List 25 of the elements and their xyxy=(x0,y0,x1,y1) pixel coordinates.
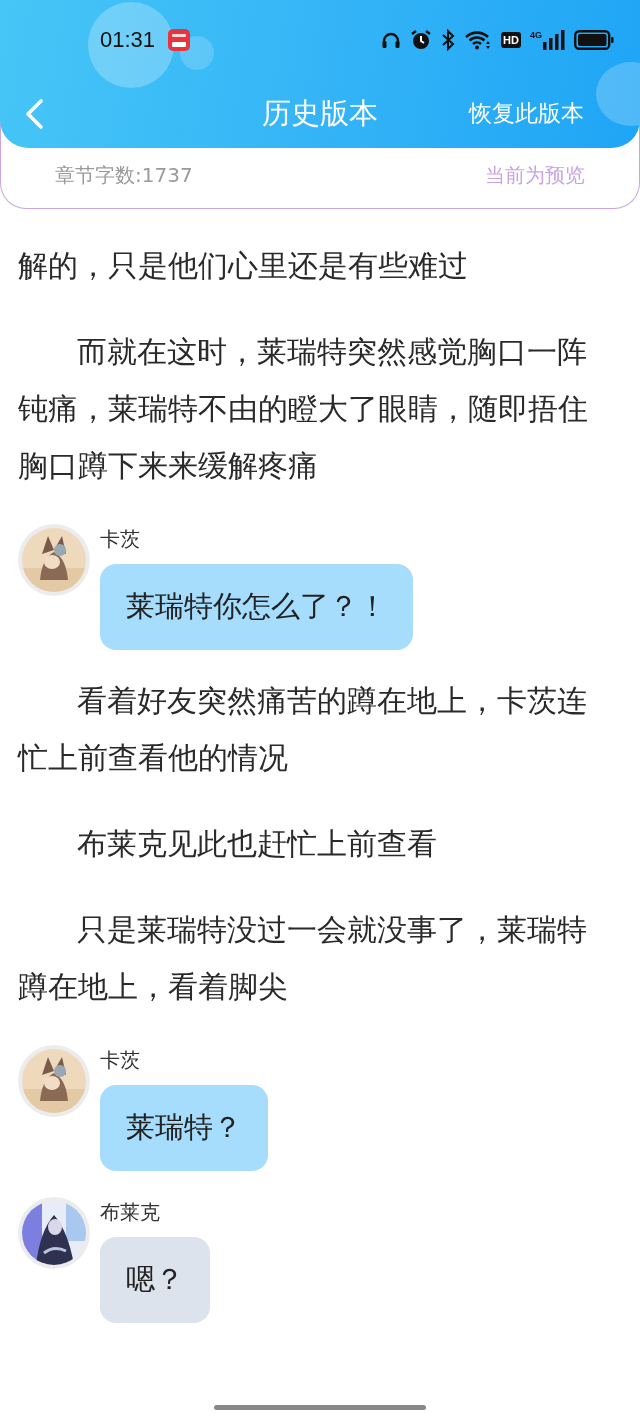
word-count: 章节字数:1737 xyxy=(55,162,193,189)
chat-bubble: 嗯？ xyxy=(100,1237,210,1323)
speaker-name: 卡茨 xyxy=(100,1047,140,1074)
headphones-icon xyxy=(381,31,402,49)
chat-bubble: 莱瑞特你怎么了？！ xyxy=(100,564,413,650)
restore-button[interactable]: 恢复此版本 xyxy=(469,96,584,131)
hd-badge: HD xyxy=(501,32,521,48)
speaker-name: 布莱克 xyxy=(100,1199,160,1226)
alarm-icon xyxy=(410,29,433,51)
story-paragraph: 解的，只是他们心里还是有些难过 xyxy=(17,248,469,285)
preview-label: 当前为预览 xyxy=(485,162,585,189)
chat-bubble: 莱瑞特？ xyxy=(100,1085,268,1171)
story-paragraph: 只是莱瑞特没过一会就没事了，莱瑞特蹲在地上，看着脚尖 xyxy=(17,912,589,1006)
bluetooth-icon xyxy=(441,29,456,51)
story-paragraph: 看着好友突然痛苦的蹲在地上，卡茨连忙上前查看他的情况 xyxy=(16,683,589,777)
story-paragraph: 布莱克见此也赶忙上前查看 xyxy=(76,826,439,863)
story-paragraph: 而就在这时，莱瑞特突然感觉胸口一阵钝痛，莱瑞特不由的瞪大了眼睛，随即捂住胸口蹲下来来缓解疼痛 xyxy=(17,334,589,485)
signal-icon xyxy=(543,30,565,50)
battery-icon xyxy=(574,30,614,50)
wifi-icon xyxy=(464,30,493,50)
speaker-name: 卡茨 xyxy=(100,526,140,553)
status-time: 01:31 xyxy=(100,27,156,53)
app-icon xyxy=(168,29,191,51)
page-title: 历史版本 xyxy=(261,95,379,132)
network-label: 4G xyxy=(530,30,542,40)
